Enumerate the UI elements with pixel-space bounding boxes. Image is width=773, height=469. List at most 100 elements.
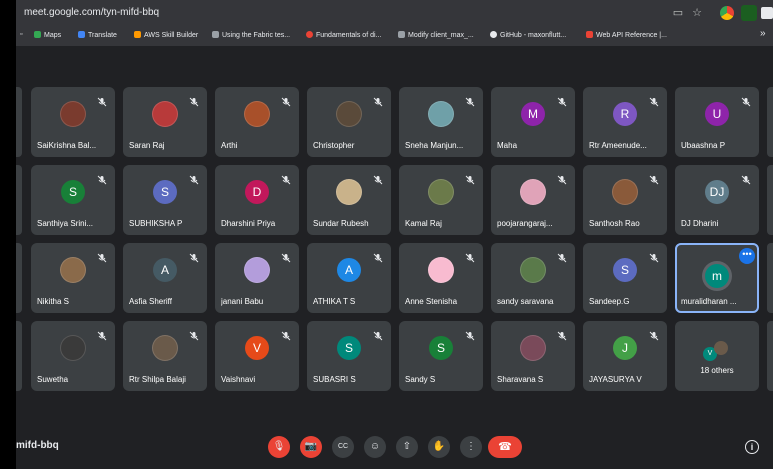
participant-tile[interactable]: Saran Raj xyxy=(123,87,207,157)
participant-tile[interactable]: S Sandeep.G xyxy=(583,243,667,313)
microphone-muted-icon xyxy=(465,94,475,107)
more-options-button[interactable]: ⋮ xyxy=(460,436,482,458)
browser-address-bar[interactable]: meet.google.com/tyn-mifd-bbq ▭ ☆ xyxy=(16,0,773,26)
participant-tile[interactable]: D Dharshini Priya xyxy=(215,165,299,235)
participant-tile[interactable]: Kamal Raj xyxy=(399,165,483,235)
microphone-off-button[interactable]: 🎙 xyxy=(268,436,290,458)
bookmarks-bar: ▫ Maps Translate AWS Skill Builder Using… xyxy=(16,26,773,47)
microphone-muted-icon xyxy=(741,94,751,107)
microphone-muted-icon xyxy=(189,94,199,107)
raise-hand-button[interactable]: ✋ xyxy=(428,436,450,458)
avatar: M xyxy=(521,102,545,126)
participant-tile[interactable]: Sharavana S xyxy=(491,321,575,391)
participant-tile[interactable]: J JAYASURYA V xyxy=(583,321,667,391)
participant-name: ATHIKA T S xyxy=(313,297,356,306)
partial-tile xyxy=(16,87,22,157)
participant-tile[interactable]: V Vaishnavi xyxy=(215,321,299,391)
participant-tile[interactable]: Anne Stenisha xyxy=(399,243,483,313)
others-avatars: V xyxy=(703,341,728,361)
microphone-muted-icon xyxy=(281,328,291,341)
bookmark-item[interactable]: Maps xyxy=(34,31,61,39)
emoji-reaction-button[interactable]: ☺ xyxy=(364,436,386,458)
url-text[interactable]: meet.google.com/tyn-mifd-bbq xyxy=(24,7,159,18)
participant-name: Christopher xyxy=(313,141,355,150)
participant-tile[interactable]: S SUBASRI S xyxy=(307,321,391,391)
partial-tile xyxy=(767,321,773,391)
camera-off-button[interactable]: 📷 xyxy=(300,436,322,458)
microphone-muted-icon xyxy=(649,328,659,341)
participant-name: sandy saravana xyxy=(497,297,554,306)
avatar xyxy=(60,101,86,127)
avatar xyxy=(520,179,546,205)
camera-icon[interactable]: ▭ xyxy=(671,6,685,20)
participant-tile[interactable]: S Sandy S xyxy=(399,321,483,391)
extension-icon[interactable] xyxy=(741,5,757,21)
meeting-info-button[interactable]: i xyxy=(745,440,759,454)
participant-tile[interactable]: Santhosh Rao xyxy=(583,165,667,235)
participant-tile[interactable]: janani Babu xyxy=(215,243,299,313)
participant-tile[interactable]: Sneha Manjun... xyxy=(399,87,483,157)
partial-tile xyxy=(16,165,22,235)
avatar xyxy=(520,335,546,361)
avatar xyxy=(336,179,362,205)
present-screen-button[interactable]: ⇧ xyxy=(396,436,418,458)
bookmark-item[interactable]: Fundamentals of di... xyxy=(306,31,381,39)
participant-tile[interactable]: Christopher xyxy=(307,87,391,157)
bookmark-item[interactable]: Modify client_max_... xyxy=(398,31,474,39)
others-tile[interactable]: V 18 others xyxy=(675,321,759,391)
bookmark-item[interactable]: Translate xyxy=(78,31,117,39)
participant-tile[interactable]: Arthi xyxy=(215,87,299,157)
participant-tile[interactable]: Suwetha xyxy=(31,321,115,391)
participant-tile[interactable]: A Asfia Sheriff xyxy=(123,243,207,313)
microphone-muted-icon xyxy=(557,94,567,107)
tile-more-options-button[interactable]: ••• xyxy=(739,248,755,264)
participant-tile[interactable]: U Ubaashna P xyxy=(675,87,759,157)
document-icon xyxy=(212,31,219,38)
participant-tile[interactable]: A ATHIKA T S xyxy=(307,243,391,313)
microphone-muted-icon xyxy=(557,250,567,263)
bookmark-item[interactable]: Web API Reference |... xyxy=(586,31,667,39)
participant-name: Dharshini Priya xyxy=(221,219,276,228)
participant-tile[interactable]: S Santhiya Srini... xyxy=(31,165,115,235)
extension-m-icon[interactable] xyxy=(761,7,773,19)
participant-tile[interactable]: R Rtr Ameenude... xyxy=(583,87,667,157)
bookmarks-more-button[interactable]: » xyxy=(760,28,766,39)
avatar xyxy=(428,257,454,283)
participant-tile[interactable]: Nikitha S xyxy=(31,243,115,313)
bookmark-label: GitHub - maxonflutt... xyxy=(500,32,567,39)
chrome-profile-icon[interactable] xyxy=(720,6,734,20)
microphone-muted-icon xyxy=(373,250,383,263)
google-icon xyxy=(306,31,313,38)
others-count-label: 18 others xyxy=(700,366,734,375)
bookmark-item[interactable]: Using the Fabric tes... xyxy=(212,31,290,39)
meeting-control-bar: mifd-bbq 🎙 📷 CC ☺ ⇧ ✋ ⋮ ☎ i xyxy=(16,436,773,469)
participant-tile[interactable]: Sundar Rubesh xyxy=(307,165,391,235)
avatar xyxy=(60,257,86,283)
microphone-muted-icon xyxy=(465,328,475,341)
bookmark-star-icon[interactable]: ☆ xyxy=(690,6,704,20)
avatar: S xyxy=(429,336,453,360)
participant-tile[interactable]: sandy saravana xyxy=(491,243,575,313)
participant-name: Saran Raj xyxy=(129,141,165,150)
bookmark-item[interactable]: AWS Skill Builder xyxy=(134,31,198,39)
avatar xyxy=(336,101,362,127)
participant-tile[interactable]: ••• m muralidharan ... xyxy=(675,243,759,313)
participant-tile[interactable]: M Maha xyxy=(491,87,575,157)
captions-button[interactable]: CC xyxy=(332,436,354,458)
bookmark-item[interactable]: GitHub - maxonflutt... xyxy=(490,31,566,39)
microphone-muted-icon xyxy=(373,328,383,341)
participant-tile[interactable]: poojarangaraj... xyxy=(491,165,575,235)
participant-tile[interactable]: Rtr Shilpa Balaji xyxy=(123,321,207,391)
microphone-muted-icon xyxy=(281,172,291,185)
participant-tile[interactable]: DJ DJ Dharini xyxy=(675,165,759,235)
participant-name: poojarangaraj... xyxy=(497,219,553,228)
bookmark-apps-icon[interactable]: ▫ xyxy=(20,31,22,38)
participant-tile[interactable]: SaiKrishna Bal... xyxy=(31,87,115,157)
bookmark-label: Maps xyxy=(44,32,62,39)
microphone-muted-icon xyxy=(97,94,107,107)
aws-icon xyxy=(134,31,141,38)
leave-call-button[interactable]: ☎ xyxy=(488,436,522,458)
microphone-muted-icon xyxy=(649,172,659,185)
participant-tile[interactable]: S SUBHIKSHA P xyxy=(123,165,207,235)
avatar: V xyxy=(245,336,269,360)
